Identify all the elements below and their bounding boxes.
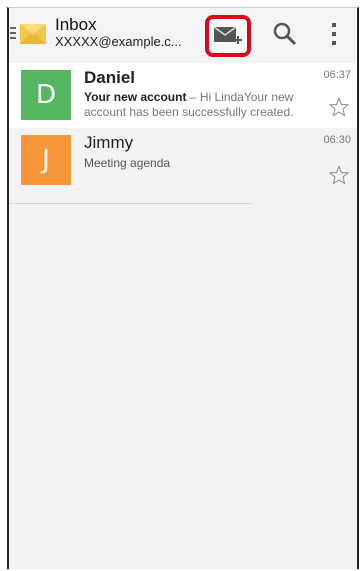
email-app-window: Inbox XXXXX@example.c... D Daniel 06:37 … xyxy=(7,7,359,569)
account-title[interactable]: Inbox XXXXX@example.c... xyxy=(55,15,205,50)
email-app-icon[interactable] xyxy=(19,20,49,48)
message-subject: Your new account xyxy=(84,90,187,104)
list-item[interactable]: J Jimmy 06:30 Meeting agenda xyxy=(9,128,357,193)
sender-name: Jimmy xyxy=(84,133,134,152)
search-icon xyxy=(273,22,297,46)
overflow-menu-icon xyxy=(332,23,336,45)
message-snippet: Your new account – Hi LindaYour new acco… xyxy=(84,90,312,120)
subject-separator: – xyxy=(186,90,200,104)
mailbox-title: Inbox xyxy=(55,15,97,34)
list-item[interactable]: D Daniel 06:37 Your new account – Hi Lin… xyxy=(9,63,357,128)
message-time: 06:30 xyxy=(323,134,351,146)
avatar: D xyxy=(21,70,71,120)
overflow-menu-button[interactable] xyxy=(319,14,349,54)
avatar: J xyxy=(21,135,71,185)
account-email: XXXXX@example.c... xyxy=(55,34,182,49)
message-list: D Daniel 06:37 Your new account – Hi Lin… xyxy=(9,63,357,204)
message-time: 06:37 xyxy=(323,69,351,81)
search-button[interactable] xyxy=(265,14,305,54)
list-divider xyxy=(9,203,251,204)
action-bar: Inbox XXXXX@example.c... xyxy=(9,8,357,63)
message-snippet: Meeting agenda xyxy=(84,156,312,171)
star-icon[interactable] xyxy=(329,97,349,117)
compose-mail-icon xyxy=(213,26,242,44)
sender-name: Daniel xyxy=(84,68,136,87)
drawer-indicator-icon[interactable] xyxy=(10,27,16,41)
star-icon[interactable] xyxy=(329,165,349,185)
message-subject: Meeting agenda xyxy=(84,156,171,170)
compose-button[interactable] xyxy=(205,15,251,57)
